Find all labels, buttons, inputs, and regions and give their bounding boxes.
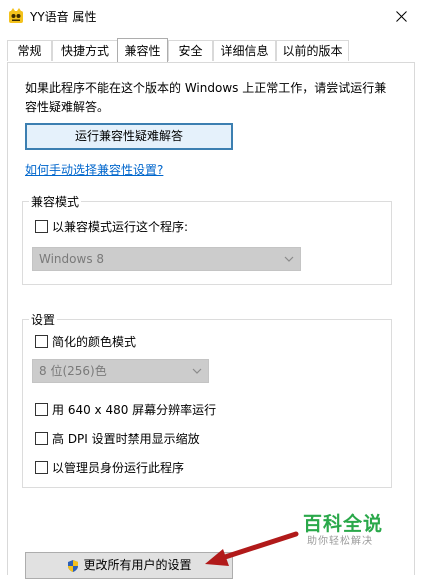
annotation-arrow [205, 531, 299, 566]
tab-compatibility[interactable]: 兼容性 [117, 38, 168, 62]
watermark-slogan: 助你轻松解决 [307, 536, 373, 547]
